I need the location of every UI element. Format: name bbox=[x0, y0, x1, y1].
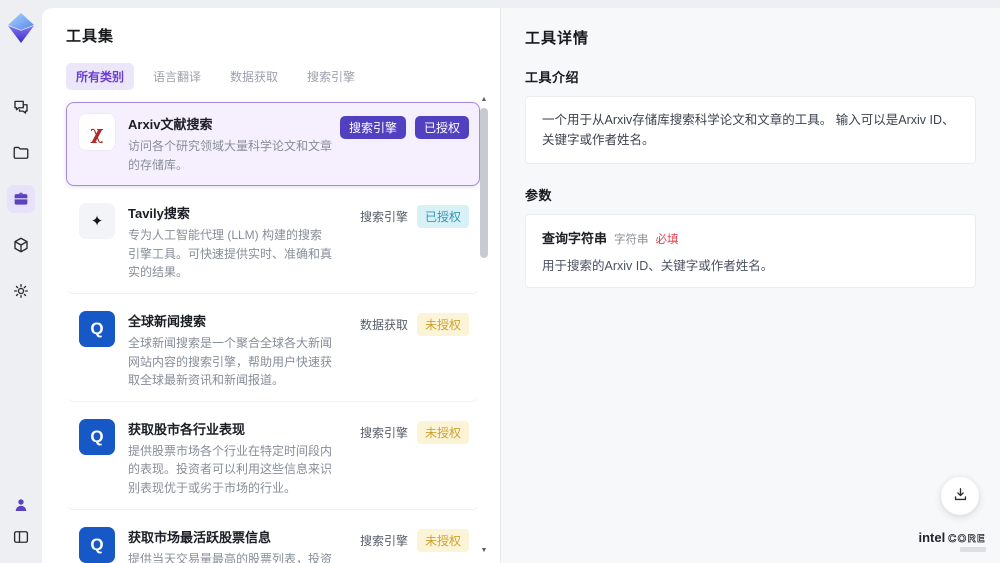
intro-heading: 工具介绍 bbox=[525, 70, 580, 85]
tool-status-badge: 已授权 bbox=[415, 116, 470, 139]
tool-description: 访问各个研究领域大量科学论文和文章的存储库。 bbox=[128, 139, 333, 172]
tool-category-tag: 搜索引擎 bbox=[359, 533, 408, 548]
tool-name: Tavily搜索 bbox=[128, 206, 190, 222]
download-button[interactable] bbox=[941, 477, 979, 515]
param-name: 查询字符串 bbox=[542, 231, 608, 246]
tool-status-badge: 已授权 bbox=[416, 205, 469, 229]
app-root: 工具集 所有类别 语言翻译 数据获取 搜索引擎 χ Arxiv文献搜索 访问各个研究领域大… bbox=[0, 0, 1000, 563]
user-icon bbox=[12, 496, 30, 514]
sidebar-bottom bbox=[7, 489, 35, 551]
tool-name: 获取市场最活跃股票信息 bbox=[128, 529, 272, 545]
tool-description: 专为人工智能代理 (LLM) 构建的搜索引擎工具。可快速提供实时、准确和真实的结… bbox=[128, 228, 333, 280]
tool-card[interactable]: Q 获取市场最活跃股票信息提供当天交易量最高的股票列表，投资者可以利用这些信息来识… bbox=[66, 514, 480, 563]
params-box: 查询字符串 字符串 必填用于搜索的Arxiv ID、关键字或作者姓名。 bbox=[525, 214, 976, 288]
tavily-tool-icon: ✦ bbox=[79, 203, 115, 240]
intel-core-sub-badge bbox=[960, 547, 986, 552]
intro-text: 一个用于从Arxiv存储库搜索科学论文和文章的工具。 输入可以是Arxiv ID… bbox=[542, 113, 955, 147]
tool-card[interactable]: ✦ Tavily搜索专为人工智能代理 (LLM) 构建的搜索引擎工具。可快速提供实… bbox=[66, 191, 480, 294]
page-title: 工具集 bbox=[66, 28, 115, 45]
qblue-tool-icon: Q bbox=[79, 526, 115, 563]
tab-all-categories[interactable]: 所有类别 bbox=[66, 63, 135, 90]
toolbox-icon bbox=[12, 190, 30, 208]
tool-category-tag: 数据获取 bbox=[359, 317, 408, 332]
param-type: 字符串 bbox=[614, 234, 649, 246]
sidebar-item-tools[interactable] bbox=[7, 185, 35, 213]
tool-description: 提供股票市场各个行业在特定时间段内的表现。投资者可以利用这些信息来识别表现优于或… bbox=[128, 443, 333, 495]
param-required-badge: 必填 bbox=[655, 234, 679, 246]
category-tabs: 所有类别 语言翻译 数据获取 搜索引擎 bbox=[66, 63, 500, 90]
detail-title: 工具详情 bbox=[525, 30, 590, 47]
sidebar-item-models[interactable] bbox=[7, 231, 35, 259]
tool-category-tag: 搜索引擎 bbox=[359, 210, 408, 225]
tool-list: χ Arxiv文献搜索 访问各个研究领域大量科学论文和文章的存储库。 搜索引擎 已授权 ✦… bbox=[66, 102, 480, 563]
tool-card[interactable]: χ Arxiv文献搜索访问各个研究领域大量科学论文和文章的存储库。 搜索引擎 已授权 bbox=[66, 102, 480, 187]
cube-icon bbox=[12, 236, 30, 254]
intel-core-logo: intel CORE bbox=[918, 530, 986, 552]
tool-status-badge: 未授权 bbox=[416, 312, 469, 336]
panel-toggle-icon bbox=[12, 528, 30, 546]
sidebar-item-settings[interactable] bbox=[7, 277, 35, 305]
tab-language-translation[interactable]: 语言翻译 bbox=[143, 63, 211, 90]
scrollbar-thumb[interactable] bbox=[480, 108, 488, 258]
tool-detail-pane: 工具详情 工具介绍 一个用于从Arxiv存储库搜索科学论文和文章的工具。 输入可… bbox=[500, 8, 1000, 563]
qblue-tool-icon: Q bbox=[79, 310, 115, 347]
sidebar-item-chat[interactable] bbox=[7, 93, 35, 121]
arxiv-tool-icon: χ bbox=[79, 114, 115, 150]
scroll-down-icon[interactable]: ▼ bbox=[481, 547, 488, 555]
tool-name: 获取股市各行业表现 bbox=[128, 421, 246, 437]
download-icon bbox=[952, 486, 969, 506]
gear-icon bbox=[12, 282, 30, 300]
tool-name: Arxiv文献搜索 bbox=[128, 117, 213, 132]
tool-description: 全球新闻搜索是一个聚合全球各大新闻网站内容的搜索引擎，帮助用户快速获取全球最新资… bbox=[128, 335, 333, 388]
intel-wordmark: intel bbox=[918, 530, 946, 545]
tool-category-tag: 搜索引擎 bbox=[340, 116, 407, 139]
chat-icon bbox=[12, 98, 30, 116]
tool-status-badge: 未授权 bbox=[416, 528, 469, 552]
scroll-up-icon[interactable]: ▲ bbox=[481, 96, 488, 104]
tool-name: 全球新闻搜索 bbox=[128, 313, 207, 329]
sidebar bbox=[0, 0, 42, 563]
tool-card[interactable]: Q 全球新闻搜索全球新闻搜索是一个聚合全球各大新闻网站内容的搜索引擎，帮助用户快速… bbox=[66, 298, 480, 402]
sidebar-item-files[interactable] bbox=[7, 139, 35, 167]
core-wordmark: CORE bbox=[948, 533, 986, 546]
params-heading: 参数 bbox=[525, 188, 553, 203]
tools-pane: 工具集 所有类别 语言翻译 数据获取 搜索引擎 χ Arxiv文献搜索 访问各个研究领域大… bbox=[42, 8, 500, 563]
folder-icon bbox=[12, 144, 30, 162]
tool-card[interactable]: Q 获取股市各行业表现提供股票市场各个行业在特定时间段内的表现。投资者可以利用这些… bbox=[66, 406, 480, 510]
main-area: 工具集 所有类别 语言翻译 数据获取 搜索引擎 χ Arxiv文献搜索 访问各个研究领域大… bbox=[42, 0, 1000, 563]
tool-description: 提供当天交易量最高的股票列表，投资者可以利用这些信息来识别流动性强的股票和潜在的… bbox=[128, 551, 333, 563]
sidebar-item-profile[interactable] bbox=[7, 491, 35, 519]
sidebar-item-panel-toggle[interactable] bbox=[7, 523, 35, 551]
tool-list-scrollbar[interactable]: ▲ ▼ bbox=[479, 96, 489, 555]
tool-status-badge: 未授权 bbox=[416, 420, 469, 444]
sidebar-nav bbox=[7, 84, 35, 314]
param-description: 用于搜索的Arxiv ID、关键字或作者姓名。 bbox=[542, 259, 774, 273]
app-logo-icon[interactable] bbox=[7, 12, 35, 44]
param-row: 查询字符串 字符串 必填用于搜索的Arxiv ID、关键字或作者姓名。 bbox=[542, 228, 959, 274]
qblue-tool-icon: Q bbox=[79, 418, 115, 455]
tab-search-engine[interactable]: 搜索引擎 bbox=[297, 63, 365, 90]
intro-box: 一个用于从Arxiv存储库搜索科学论文和文章的工具。 输入可以是Arxiv ID… bbox=[525, 96, 976, 164]
tab-data-fetch[interactable]: 数据获取 bbox=[220, 63, 288, 90]
tool-category-tag: 搜索引擎 bbox=[359, 425, 408, 440]
